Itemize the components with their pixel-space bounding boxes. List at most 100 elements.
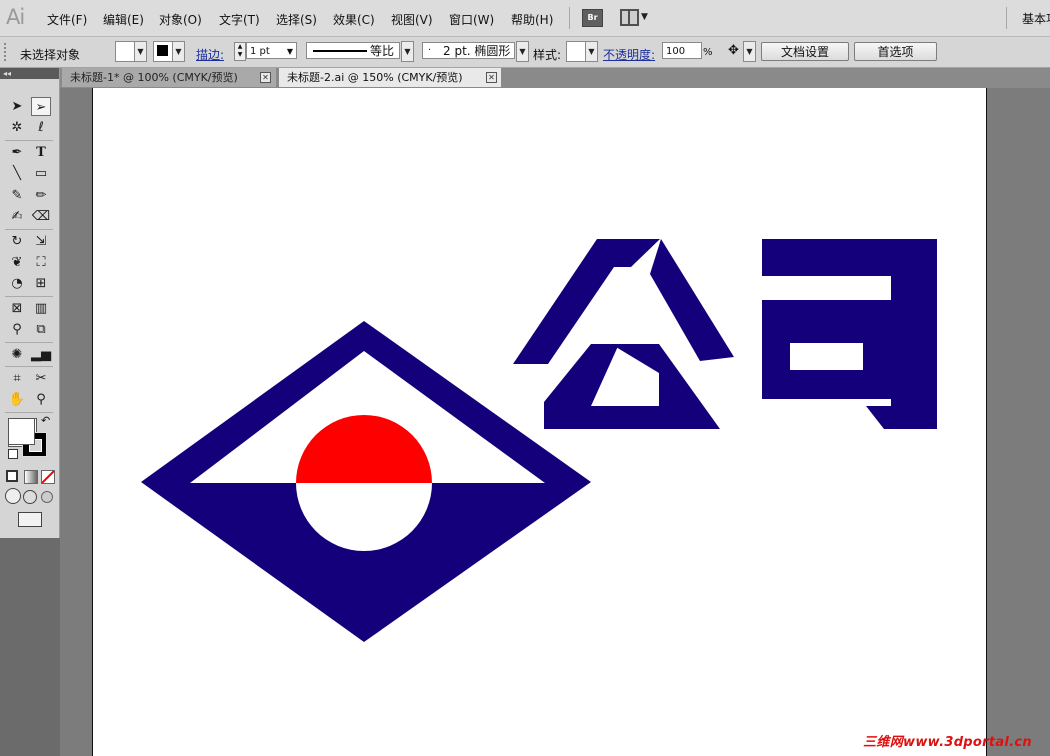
menu-file[interactable]: 文件(F) bbox=[47, 11, 87, 28]
tool-divider bbox=[5, 296, 53, 297]
shape-builder-tool-icon[interactable]: ◔ bbox=[7, 274, 27, 293]
rectangle-tool-icon[interactable]: ▭ bbox=[31, 164, 51, 183]
menu-help[interactable]: 帮助(H) bbox=[511, 11, 553, 28]
chevron-down-icon[interactable]: ▼ bbox=[287, 43, 293, 60]
menu-edit[interactable]: 编辑(E) bbox=[103, 11, 144, 28]
lasso-tool-icon[interactable]: ℓ bbox=[31, 118, 51, 137]
draw-behind-icon[interactable] bbox=[23, 490, 37, 504]
scale-tool-icon[interactable]: ⇲ bbox=[31, 232, 51, 251]
workspace-switcher[interactable]: 基本功 bbox=[1022, 10, 1050, 27]
gradient-mode-icon[interactable] bbox=[24, 470, 38, 484]
none-slash bbox=[42, 471, 54, 483]
tools-panel-collapse[interactable]: ◂◂ bbox=[0, 68, 59, 79]
opacity-panel-link[interactable]: 不透明度: bbox=[603, 46, 655, 63]
eyedropper-tool-icon[interactable]: ⚲ bbox=[7, 320, 27, 339]
magic-wand-tool-icon[interactable]: ✲ bbox=[7, 118, 27, 137]
fill-swatch[interactable] bbox=[115, 41, 135, 62]
menu-effect[interactable]: 效果(C) bbox=[333, 11, 375, 28]
stroke-weight-stepper[interactable]: ▲ ▼ bbox=[234, 42, 246, 61]
pencil-tool-icon[interactable]: ✏ bbox=[31, 186, 51, 205]
stroke-dropdown[interactable]: ▼ bbox=[172, 41, 185, 62]
zoom-tool-icon[interactable]: ⚲ bbox=[31, 390, 51, 409]
preferences-button[interactable]: 首选项 bbox=[854, 42, 937, 61]
rotate-tool-icon[interactable]: ↻ bbox=[7, 232, 27, 251]
direct-selection-tool-icon[interactable]: ➢ bbox=[31, 97, 51, 116]
menu-separator bbox=[1006, 7, 1007, 29]
brush-field[interactable]: · 2 pt. 椭圆形 bbox=[422, 42, 515, 59]
brush-dot-icon: · bbox=[428, 45, 432, 56]
pen-tool-icon[interactable]: ✒ bbox=[7, 143, 27, 162]
close-icon[interactable]: ✕ bbox=[260, 72, 271, 83]
none-mode-icon[interactable] bbox=[41, 470, 55, 484]
opacity-field[interactable]: 100 bbox=[662, 42, 702, 59]
stroke-weight-value: 1 pt bbox=[250, 46, 270, 57]
paintbrush-tool-icon[interactable]: ✎ bbox=[7, 186, 27, 205]
si-mouth-box bbox=[762, 309, 891, 399]
arrange-documents-icon[interactable] bbox=[620, 9, 639, 26]
screen-mode-icon[interactable] bbox=[18, 512, 42, 527]
line-segment-tool-icon[interactable]: ╲ bbox=[7, 164, 27, 183]
menu-window[interactable]: 窗口(W) bbox=[449, 11, 494, 28]
tab-document-1[interactable]: 未标题-1* @ 100% (CMYK/预览) ✕ bbox=[62, 68, 276, 87]
artboard-tool-icon[interactable]: ⌗ bbox=[7, 369, 27, 388]
stroke-weight-field[interactable]: 1 pt ▼ bbox=[246, 42, 297, 59]
opacity-value: 100 bbox=[666, 46, 686, 57]
bridge-button[interactable]: Br bbox=[582, 9, 603, 27]
selection-tool-icon[interactable]: ➤ bbox=[7, 97, 27, 116]
stroke-swatch-icon bbox=[157, 45, 168, 56]
document-setup-button[interactable]: 文档设置 bbox=[761, 42, 849, 61]
symbol-sprayer-tool-icon[interactable]: ✺ bbox=[7, 345, 27, 364]
stroke-panel-link[interactable]: 描边: bbox=[196, 46, 224, 63]
company-text: 公司 bbox=[93, 88, 95, 89]
fill-dropdown[interactable]: ▼ bbox=[134, 41, 147, 62]
hand-tool-icon[interactable]: ✋ bbox=[7, 390, 27, 409]
tool-divider bbox=[5, 366, 53, 367]
menu-type[interactable]: 文字(T) bbox=[219, 11, 260, 28]
free-transform-tool-icon[interactable]: ⛶ bbox=[31, 253, 51, 272]
tab-document-2[interactable]: 未标题-2.ai @ 150% (CMYK/预览) ✕ bbox=[279, 68, 501, 87]
style-swatch[interactable] bbox=[566, 41, 586, 62]
stroke-swatch[interactable] bbox=[153, 41, 173, 62]
color-mode-icon[interactable] bbox=[6, 470, 18, 482]
chevron-down-icon[interactable]: ▼ bbox=[641, 12, 648, 22]
watermark-text: 三维网www.3dportal.cn bbox=[863, 735, 1032, 750]
tool-divider bbox=[5, 140, 53, 141]
draw-inside-icon[interactable] bbox=[41, 491, 53, 503]
logo-artwork[interactable]: 公司 bbox=[93, 88, 985, 756]
fill-color-front[interactable] bbox=[8, 418, 35, 445]
menu-view[interactable]: 视图(V) bbox=[391, 11, 433, 28]
tool-divider bbox=[5, 412, 53, 413]
swap-colors-icon[interactable]: ↶ bbox=[41, 414, 50, 427]
tool-divider bbox=[5, 229, 53, 230]
blob-brush-tool-icon[interactable]: ✍ bbox=[7, 207, 27, 226]
stroke-profile-field[interactable]: 等比 bbox=[306, 42, 400, 59]
close-icon[interactable]: ✕ bbox=[486, 72, 497, 83]
draw-normal-icon[interactable] bbox=[5, 488, 21, 504]
style-dropdown[interactable]: ▼ bbox=[585, 41, 598, 62]
gradient-tool-icon[interactable]: ▥ bbox=[31, 299, 51, 318]
diamond-emblem[interactable] bbox=[141, 321, 591, 642]
perspective-grid-tool-icon[interactable]: ⊞ bbox=[31, 274, 51, 293]
stroke-profile-label: 等比 bbox=[370, 44, 395, 58]
panel-grip[interactable] bbox=[4, 43, 8, 61]
default-colors-icon[interactable] bbox=[8, 449, 18, 459]
eraser-tool-icon[interactable]: ⌫ bbox=[31, 207, 51, 226]
recolor-dropdown[interactable]: ▼ bbox=[743, 41, 756, 62]
type-tool-icon[interactable]: T bbox=[31, 143, 51, 162]
stroke-profile-dropdown[interactable]: ▼ bbox=[401, 41, 414, 62]
selection-status: 未选择对象 bbox=[20, 48, 81, 62]
glyph-si[interactable] bbox=[762, 239, 937, 429]
blend-tool-icon[interactable]: ⧉ bbox=[31, 320, 51, 339]
gong-bottom-stroke bbox=[544, 344, 720, 429]
glyph-gong[interactable] bbox=[513, 239, 734, 429]
column-graph-tool-icon[interactable]: ▂▅ bbox=[31, 345, 51, 364]
app-logo: Ai bbox=[6, 5, 25, 29]
menu-separator bbox=[569, 7, 570, 29]
menu-object[interactable]: 对象(O) bbox=[159, 11, 202, 28]
recolor-artwork-icon[interactable]: ✥ bbox=[728, 42, 742, 60]
slice-tool-icon[interactable]: ✂ bbox=[31, 369, 51, 388]
mesh-tool-icon[interactable]: ⊠ bbox=[7, 299, 27, 318]
brush-dropdown[interactable]: ▼ bbox=[516, 41, 529, 62]
warp-tool-icon[interactable]: ❦ bbox=[7, 253, 27, 272]
menu-select[interactable]: 选择(S) bbox=[276, 11, 317, 28]
